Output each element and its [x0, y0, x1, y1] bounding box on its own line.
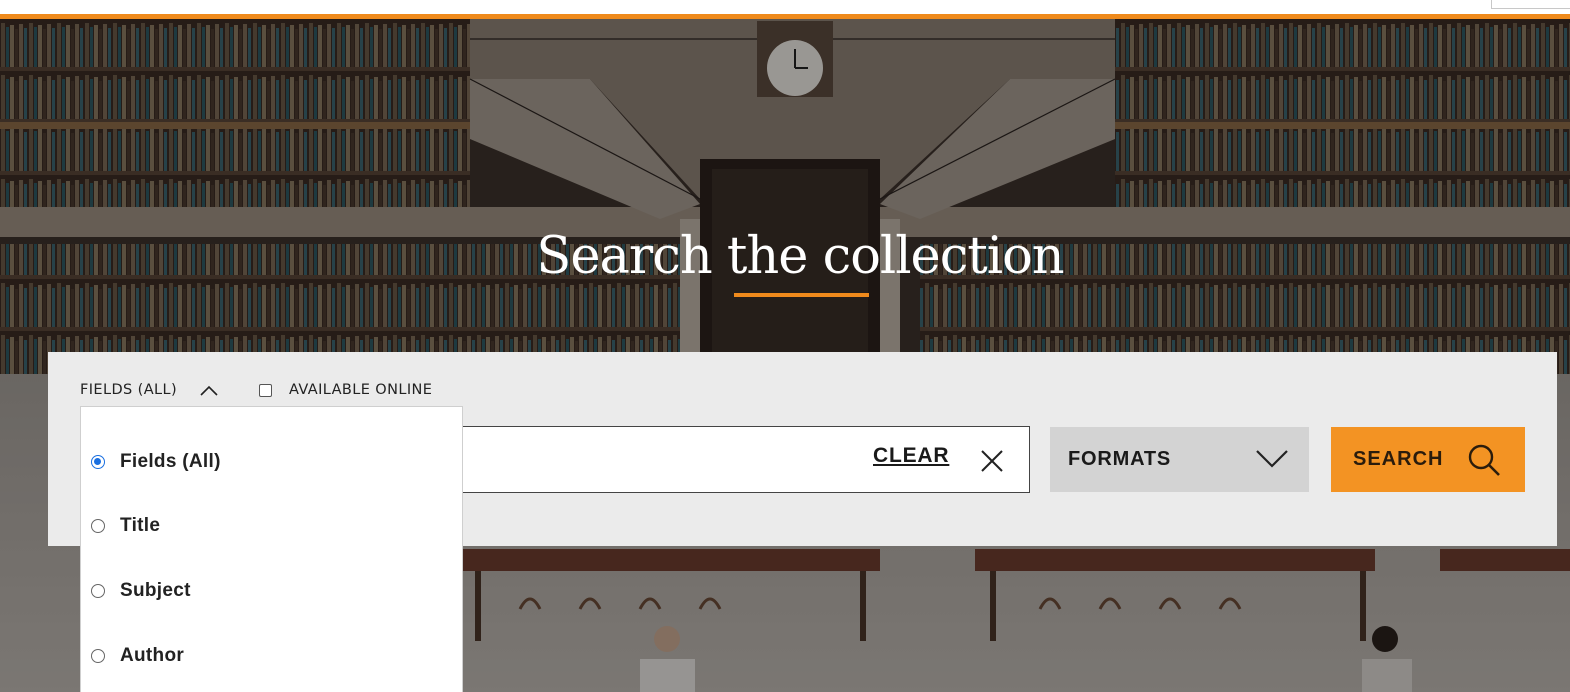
available-online-filter[interactable]: AVAILABLE ONLINE — [259, 378, 432, 402]
fields-dropdown-toggle[interactable]: FIELDS (ALL) — [80, 378, 219, 402]
field-option-title-radio[interactable] — [91, 519, 105, 533]
clear-button[interactable]: CLEAR — [873, 444, 949, 468]
field-option-all-radio[interactable] — [91, 455, 105, 469]
chevron-down-icon — [1256, 450, 1288, 468]
field-option-author[interactable]: Author — [91, 641, 184, 671]
top-bar — [0, 0, 1570, 14]
field-option-subject-radio[interactable] — [91, 584, 105, 598]
field-option-label: Title — [120, 515, 161, 536]
field-option-label: Fields (All) — [120, 451, 221, 472]
field-option-label: Author — [120, 645, 185, 666]
page: Search the collection FIELDS (ALL) AVAIL… — [0, 0, 1570, 692]
field-option-all[interactable]: Fields (All) — [91, 447, 221, 477]
search-icon — [1468, 444, 1500, 476]
formats-dropdown-button[interactable]: FORMATS — [1050, 427, 1309, 492]
fields-toggle-label: FIELDS (ALL) — [80, 382, 178, 398]
page-title: Search the collection — [536, 227, 1064, 286]
field-option-title[interactable]: Title — [91, 511, 160, 541]
available-online-checkbox[interactable] — [259, 383, 272, 397]
search-button[interactable]: SEARCH — [1331, 427, 1525, 492]
close-icon[interactable] — [979, 448, 1005, 474]
title-underline — [734, 293, 869, 297]
search-button-label: SEARCH — [1353, 448, 1444, 470]
field-option-author-radio[interactable] — [91, 649, 105, 663]
top-bar-widget[interactable] — [1491, 0, 1570, 9]
fields-dropdown-menu: Fields (All) Title Subject Author — [80, 406, 463, 692]
field-option-subject[interactable]: Subject — [91, 576, 191, 606]
chevron-up-icon — [200, 385, 218, 396]
formats-label: FORMATS — [1068, 448, 1171, 470]
available-online-label: AVAILABLE ONLINE — [289, 382, 433, 398]
field-option-label: Subject — [120, 580, 191, 601]
